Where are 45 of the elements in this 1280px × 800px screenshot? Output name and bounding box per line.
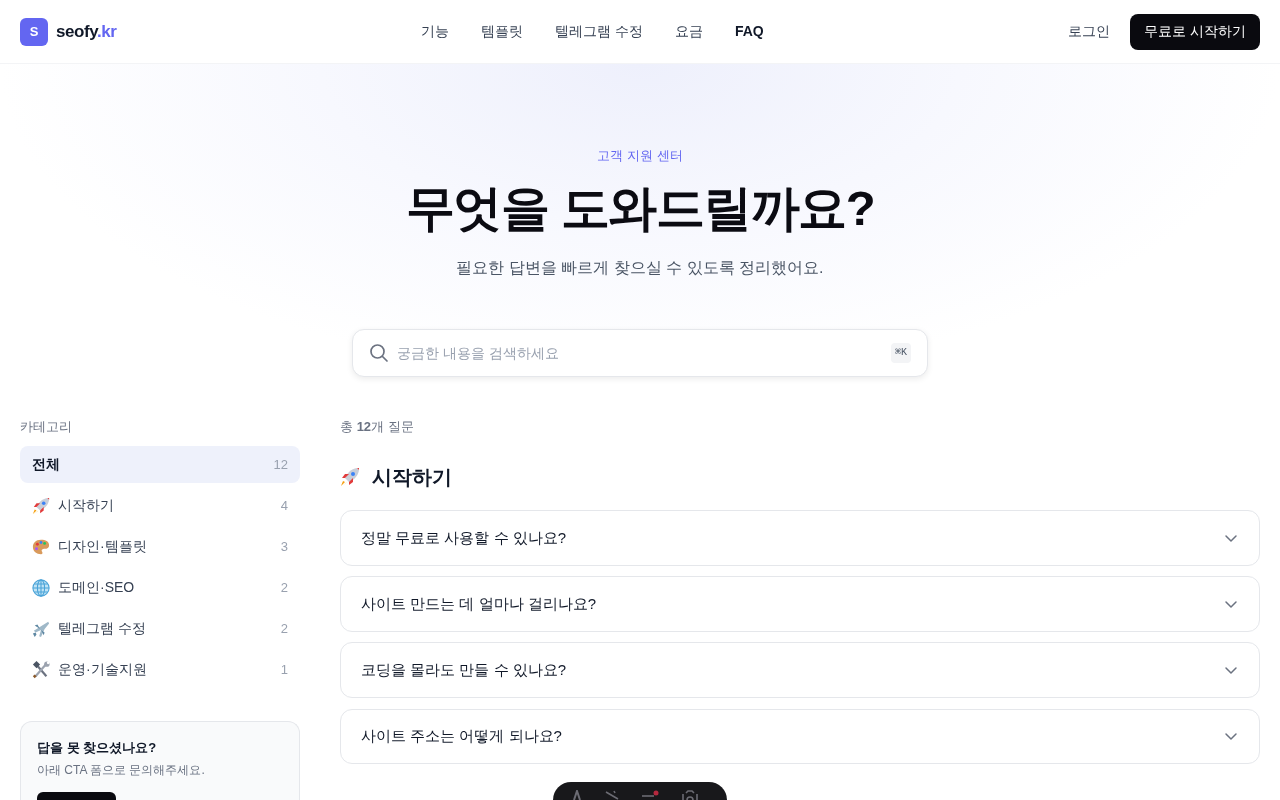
category-item[interactable]: 시작하기 4 (20, 487, 300, 524)
category-item[interactable]: 전체 12 (20, 446, 300, 483)
page-title: 무엇을 도와드릴까요? (405, 180, 875, 237)
category-count: 12 (273, 455, 288, 474)
login-link[interactable]: 로그인 (1068, 21, 1111, 42)
category-item[interactable]: 디자인·템플릿 3 (20, 528, 300, 565)
menu-icon[interactable] (641, 790, 659, 800)
rocket-icon (340, 467, 360, 487)
category-count: 1 (280, 660, 288, 679)
faq-question[interactable]: 사이트 만드는 데 얼마나 걸리나요? (340, 576, 1260, 632)
category-count: 2 (280, 619, 288, 638)
help-title: 답을 못 찾으셨나요? (37, 739, 158, 757)
airplane-icon (32, 619, 50, 638)
logo-mark[interactable]: S (20, 17, 48, 46)
hammer-and-wrench-icon (32, 660, 50, 679)
settings-icon[interactable] (681, 790, 699, 800)
search-icon (369, 343, 389, 363)
nav-link[interactable]: 템플릿 (481, 21, 523, 42)
pointer-icon[interactable] (605, 790, 619, 800)
start-free-button[interactable]: 무료로 시작하기 (1130, 13, 1260, 50)
sidebar-heading: 카테고리 (20, 418, 73, 436)
logo-wordmark[interactable]: seofy.kr (56, 18, 117, 45)
category-item[interactable]: 텔레그램 수정 2 (20, 610, 300, 647)
logo-icon[interactable] (571, 790, 583, 800)
nav-link[interactable]: 기능 (421, 21, 449, 42)
nav-link[interactable]: FAQ (734, 21, 764, 42)
rocket-icon (32, 496, 50, 515)
category-count: 3 (280, 537, 288, 556)
category-count: 2 (280, 578, 288, 597)
nav-link[interactable]: 요금 (674, 21, 703, 42)
faq-question[interactable]: 코딩을 몰라도 만들 수 있나요? (340, 642, 1260, 698)
faq-question[interactable]: 정말 무료로 사용할 수 있나요? (340, 510, 1260, 566)
palette-icon (32, 537, 50, 556)
help-text: 아래 CTA 폼으로 문의해주세요. (37, 762, 206, 779)
category-count: 4 (280, 496, 288, 515)
section-title: 시작하기 (372, 465, 452, 490)
nav-link[interactable]: 텔레그램 수정 (555, 21, 643, 42)
faq-question[interactable]: 사이트 주소는 어떻게 되나요? (340, 708, 1260, 765)
question-count: 총 12개 질문 (340, 418, 415, 436)
page-subtitle: 필요한 답변을 빠르게 찾으실 수 있도록 정리했어요. (456, 258, 824, 278)
category-item[interactable]: 도메인·SEO 2 (20, 569, 300, 606)
globe-icon (32, 578, 50, 597)
category-item[interactable]: 운영·기술지원 1 (20, 651, 300, 688)
contact-button[interactable] (37, 792, 116, 800)
eyebrow-text: 고객 지원 센터 (597, 147, 683, 165)
